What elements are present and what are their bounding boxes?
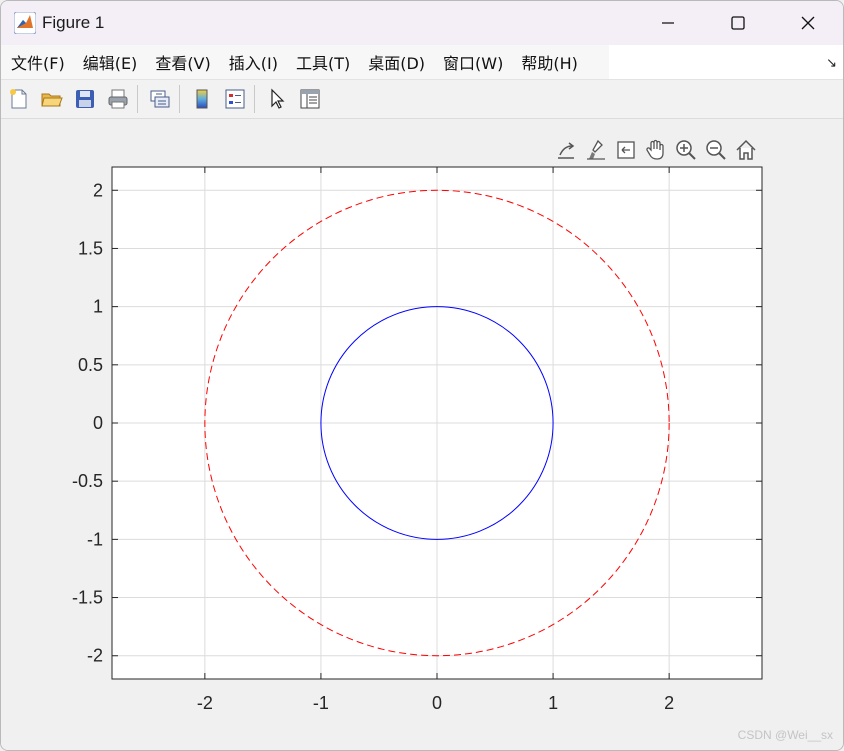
data-tips-button[interactable] [613,137,639,163]
y-tick-label: 0.5 [78,355,103,375]
y-tick-label: 1 [93,297,103,317]
zoom-in-button[interactable] [673,137,699,163]
brush-icon [587,139,605,160]
pan-hand-icon [646,139,664,160]
x-tick-label: 1 [548,693,558,713]
zoom-in-icon [676,140,696,160]
y-tick-label: -0.5 [72,471,103,491]
zoom-out-icon [706,140,726,160]
zoom-out-button[interactable] [703,137,729,163]
export-icon [558,142,575,159]
axes-toolbar [553,137,759,163]
restore-view-button[interactable] [733,137,759,163]
y-tick-label: -2 [87,646,103,666]
x-tick-label: 2 [664,693,674,713]
home-icon [736,139,756,160]
brush-button[interactable] [583,137,609,163]
x-tick-label: -1 [313,693,329,713]
x-tick-label: 0 [432,693,442,713]
y-tick-label: 1.5 [78,238,103,258]
export-button[interactable] [553,137,579,163]
pan-button[interactable] [643,137,669,163]
y-tick-label: 2 [93,180,103,200]
y-tick-label: -1 [87,529,103,549]
y-tick-label: 0 [93,413,103,433]
watermark: CSDN @Wei__sx [737,728,833,742]
plot-axes[interactable]: -2 -1 0 1 2 2 1.5 1 0.5 0 -0.5 -1 -1.5 -2 [1,1,843,750]
y-tick-label: -1.5 [72,588,103,608]
x-tick-label: -2 [197,693,213,713]
data-tips-icon [617,141,635,159]
figure-window: Figure 1 文件(F) 编辑(E) 查看(V) 插入(I) 工具(T) 桌… [0,0,844,751]
